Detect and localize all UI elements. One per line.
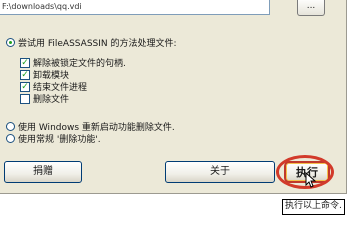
check-delete-file-label: 删除文件: [33, 95, 70, 105]
radio-normal-delete-label: 使用常规 '删除功能'.: [18, 135, 101, 145]
donate-button[interactable]: 捐赠: [4, 161, 82, 183]
path-row: F:\downloads\qq.vdi ...: [0, 0, 325, 18]
checkbox-unchecked-icon[interactable]: [20, 93, 30, 104]
radio-normal-delete[interactable]: 使用常规 '删除功能'.: [6, 132, 101, 145]
browse-button[interactable]: ...: [297, 0, 325, 16]
fileassassin-dialog: F:\downloads\qq.vdi ... 尝试用 FileASSASSIN…: [0, 0, 347, 194]
radio-unselected-icon[interactable]: [6, 134, 15, 143]
radio-unselected-icon[interactable]: [6, 122, 15, 131]
radio-fileassassin-label: 尝试用 FileASSASSIN 的方法处理文件:: [18, 39, 177, 49]
execute-tooltip: 执行以上命令.: [282, 199, 345, 215]
checkbox-checked-icon[interactable]: ✓: [20, 57, 30, 68]
checkbox-checked-icon[interactable]: ✓: [20, 69, 30, 80]
radio-selected-icon[interactable]: [6, 38, 15, 47]
about-button[interactable]: 关于: [165, 161, 275, 183]
mouse-cursor-icon: [305, 172, 317, 188]
check-delete-file[interactable]: 删除文件: [20, 92, 69, 105]
file-path-input[interactable]: F:\downloads\qq.vdi: [0, 0, 270, 15]
checkbox-checked-icon[interactable]: ✓: [20, 81, 30, 92]
radio-fileassassin[interactable]: 尝试用 FileASSASSIN 的方法处理文件:: [6, 36, 177, 49]
